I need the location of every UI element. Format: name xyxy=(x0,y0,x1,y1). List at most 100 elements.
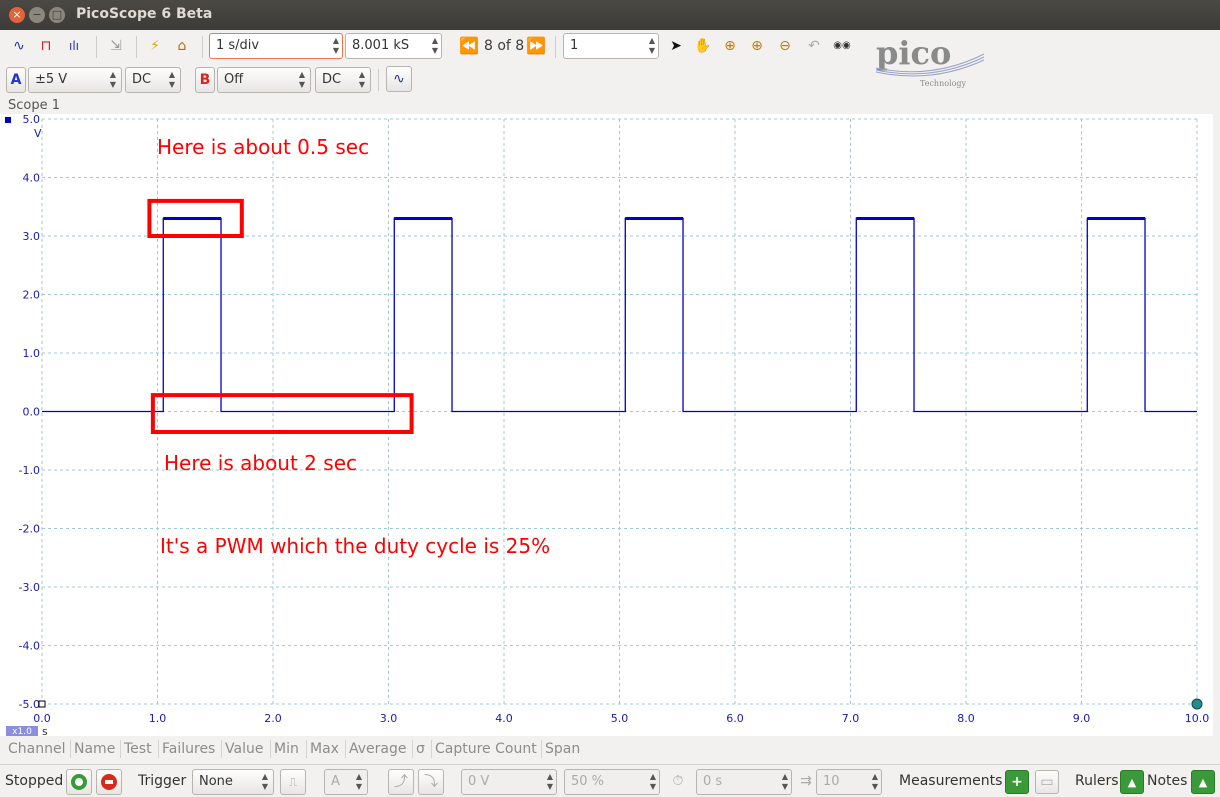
channel-b-button[interactable]: B xyxy=(195,67,215,93)
capture-count-spin-icon[interactable]: ▲ ▼ xyxy=(649,36,655,56)
channel-b-coupling-select[interactable]: DC ▲ ▼ xyxy=(315,67,371,93)
scope-view-label: Scope 1 xyxy=(8,98,61,113)
rising-edge-icon: ⤴ xyxy=(394,774,408,790)
next-capture-icon[interactable]: ⏩ xyxy=(526,36,546,56)
channel-b-coupling-value: DC xyxy=(322,72,342,87)
previous-capture-icon[interactable]: ⏪ xyxy=(459,36,479,56)
measurement-column-failures[interactable]: Failures xyxy=(162,741,215,757)
edit-measurement-icon: ▭ xyxy=(1040,774,1054,790)
scope-plot[interactable]: 5.0 4.0 3.0 2.0 1.0 0.0 -1.0 -2.0 -3.0 -4.0 -5.0 V 0… xyxy=(0,114,1213,736)
notes-button[interactable]: ▲ xyxy=(1191,770,1215,794)
y-tick-label: 1.0 xyxy=(23,347,41,360)
measurement-column-channel[interactable]: Channel xyxy=(8,741,65,757)
measurement-column--[interactable]: σ xyxy=(416,741,425,757)
measurements-table-header: Channel Name Test Failures Value Min Max Averag… xyxy=(0,738,1220,760)
measurement-column-value[interactable]: Value xyxy=(225,741,263,757)
zoom-out-icon[interactable]: ⊖ xyxy=(775,36,795,56)
trigger-delay-icon: ⏱ xyxy=(672,773,684,789)
edit-measurement-button[interactable]: ▭ xyxy=(1035,770,1059,794)
measurement-column-average[interactable]: Average xyxy=(349,741,407,757)
status-bar: Stopped Trigger None ▲ ▼ ⎍ A ▲ ▼ ⤴ ⤵ 0 V ▲… xyxy=(0,764,1220,797)
scope-chart[interactable]: 5.0 4.0 3.0 2.0 1.0 0.0 -1.0 -2.0 -3.0 -4.0 -5.0 V 0… xyxy=(0,114,1213,736)
scope-mode-icon[interactable]: ∿ xyxy=(9,36,29,56)
undo-zoom-icon[interactable]: ↶ xyxy=(804,36,824,56)
trigger-mode-select[interactable]: None ▲ ▼ xyxy=(192,769,274,795)
channel-a-coupling-value: DC xyxy=(132,72,152,87)
channel-b-range-spin-icon: ▲ ▼ xyxy=(298,70,305,89)
pre-trigger-input[interactable]: 50 % ▲ ▼ xyxy=(564,769,660,795)
channel-a-range-value: ±5 V xyxy=(35,72,68,87)
maximize-window-button[interactable]: □ xyxy=(49,7,65,23)
trigger-threshold-input[interactable]: 0 V ▲ ▼ xyxy=(461,769,557,795)
trigger-delay-value: 0 s xyxy=(703,774,723,789)
measurement-column-max[interactable]: Max xyxy=(310,741,339,757)
timebase-spin-icon[interactable]: ▲ ▼ xyxy=(333,36,339,56)
channel-a-coupling-spin-icon: ▲ ▼ xyxy=(168,70,175,89)
rapid-count-value: 10 xyxy=(823,774,840,789)
x-tick-label: 7.0 xyxy=(842,712,860,725)
measurement-column-test[interactable]: Test xyxy=(124,741,152,757)
acquisition-state: Stopped xyxy=(5,773,64,789)
samples-select[interactable]: 8.001 kS ▲ ▼ xyxy=(345,33,442,59)
trigger-delay-spin-icon: ▲ ▼ xyxy=(781,772,788,791)
falling-edge-icon: ⤵ xyxy=(424,774,438,790)
picoscope-window: × − □ PicoScope 6 Beta ∿ ⊓ ılı ⇲ ⚡ ⌂ 1 s… xyxy=(0,0,1220,797)
annotation-low-time: Here is about 2 sec xyxy=(164,451,357,475)
samples-value: 8.001 kS xyxy=(352,38,410,53)
home-icon[interactable]: ⌂ xyxy=(172,36,192,56)
y-tick-label: -1.0 xyxy=(19,464,40,477)
measurements-label: Measurements xyxy=(899,773,1003,789)
logo-text: pico xyxy=(876,36,951,72)
pointer-tool-icon[interactable]: ➤ xyxy=(666,36,686,56)
spectrum-mode-icon[interactable]: ılı xyxy=(64,36,84,56)
close-window-button[interactable]: × xyxy=(9,7,25,23)
measurement-column-span[interactable]: Span xyxy=(545,741,580,757)
y-tick-label: 0.0 xyxy=(23,406,41,419)
hand-tool-icon[interactable]: ✋ xyxy=(693,36,713,56)
trigger-delay-input[interactable]: 0 s ▲ ▼ xyxy=(696,769,792,795)
trigger-threshold-spin-icon: ▲ ▼ xyxy=(546,772,553,791)
rising-edge-button[interactable]: ⤴ xyxy=(388,769,414,795)
zoom-window-icon[interactable]: ⊕ xyxy=(720,36,740,56)
ruler-handle-icon xyxy=(1191,698,1203,710)
main-toolbar: ∿ ⊓ ılı ⇲ ⚡ ⌂ 1 s/div ▲ ▼ 8.001 kS ▲ ▼ ⏪ 8… xyxy=(0,30,870,62)
add-icon: + xyxy=(1011,774,1023,790)
channel-b-range-select[interactable]: Off ▲ ▼ xyxy=(217,67,311,93)
measurement-column-min[interactable]: Min xyxy=(274,741,299,757)
measurement-column-capture-count[interactable]: Capture Count xyxy=(435,741,537,757)
x-tick-label: 4.0 xyxy=(495,712,513,725)
trigger-source-select[interactable]: A ▲ ▼ xyxy=(324,769,368,795)
annotation-duty-cycle: It's a PWM which the duty cycle is 25% xyxy=(160,534,551,558)
measurement-column-name[interactable]: Name xyxy=(74,741,115,757)
channel-a-range-select[interactable]: ±5 V ▲ ▼ xyxy=(28,67,122,93)
add-measurement-button[interactable]: + xyxy=(1005,770,1029,794)
start-button[interactable] xyxy=(66,769,92,795)
rulers-icon: ▲ xyxy=(1127,775,1137,789)
channel-a-coupling-select[interactable]: DC ▲ ▼ xyxy=(125,67,181,93)
persistence-mode-icon[interactable]: ⊓ xyxy=(36,36,56,56)
channel-a-button[interactable]: A xyxy=(6,67,26,93)
x-tick-label: 10.0 xyxy=(1185,712,1210,725)
minimize-window-button[interactable]: − xyxy=(29,7,45,23)
window-title: PicoScope 6 Beta xyxy=(76,6,213,22)
stop-button[interactable] xyxy=(96,769,122,795)
x-tick-label: 3.0 xyxy=(380,712,398,725)
channel-options-button[interactable]: ∿ xyxy=(386,66,412,92)
capture-count-input[interactable]: 1 ▲ ▼ xyxy=(563,33,659,59)
auto-setup-icon[interactable]: ⚡ xyxy=(145,36,165,56)
y-tick-label: -3.0 xyxy=(19,581,40,594)
falling-edge-button[interactable]: ⤵ xyxy=(418,769,444,795)
y-tick-label: 3.0 xyxy=(23,230,41,243)
trigger-source-spin-icon: ▲ ▼ xyxy=(355,772,362,791)
timebase-select[interactable]: 1 s/div ▲ ▼ xyxy=(209,33,343,59)
samples-spin-icon[interactable]: ▲ ▼ xyxy=(432,36,438,56)
x-tick-label: 0.0 xyxy=(33,712,51,725)
advanced-trigger-button[interactable]: ⎍ xyxy=(280,769,306,795)
signal-generator-icon[interactable]: ⇲ xyxy=(106,36,126,56)
rapid-count-input[interactable]: 10 ▲ ▼ xyxy=(816,769,882,795)
rulers-button[interactable]: ▲ xyxy=(1120,770,1144,794)
timebase-value: 1 s/div xyxy=(216,38,260,53)
x-tick-label: 8.0 xyxy=(957,712,975,725)
zoom-in-icon[interactable]: ⊕ xyxy=(747,36,767,56)
zoom-overview-icon[interactable]: ◉◉ xyxy=(832,36,852,56)
